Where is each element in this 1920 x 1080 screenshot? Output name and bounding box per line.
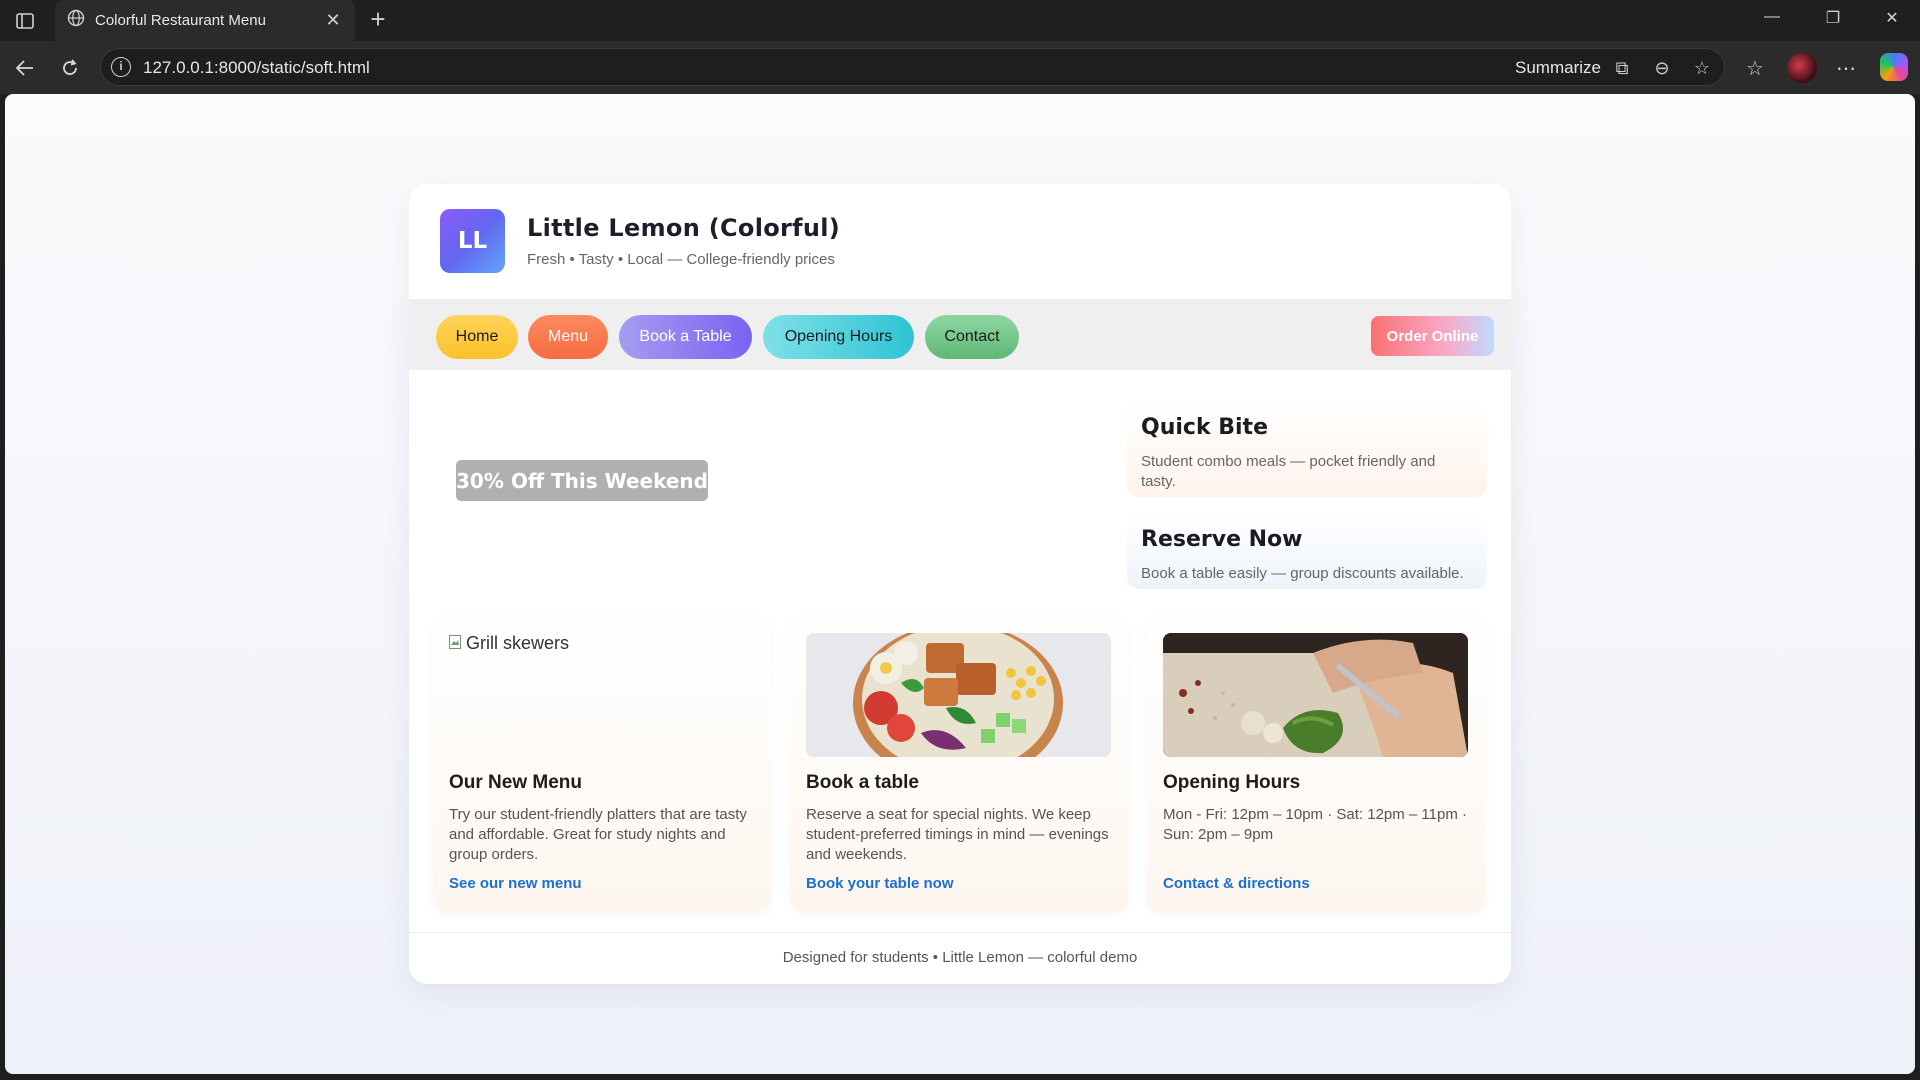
nav-contact[interactable]: Contact (925, 315, 1019, 359)
browser-toolbar: i 127.0.0.1:8000/static/soft.html Summar… (0, 41, 1920, 94)
book-table-link[interactable]: Book your table now (806, 875, 954, 892)
url-text[interactable]: 127.0.0.1:8000/static/soft.html (143, 58, 370, 78)
profile-avatar[interactable] (1787, 53, 1817, 83)
nav-opening-hours[interactable]: Opening Hours (763, 315, 914, 359)
feature-text: Reserve a seat for special nights. We ke… (806, 806, 1109, 863)
feature-card-booking: Book a table Reserve a seat for special … (790, 617, 1128, 913)
summarize-button[interactable]: Summarize (1515, 58, 1601, 78)
chopping-herbs-image (1163, 633, 1468, 757)
main-nav: Home Menu Book a Table Opening Hours Con… (409, 299, 1511, 370)
broken-image-alt: Grill skewers (466, 633, 570, 653)
feature-text: Mon - Fri: 12pm – 10pm · Sat: 12pm – 11p… (1163, 806, 1468, 843)
feature-card-hours: Opening Hours Mon - Fri: 12pm – 10pm · S… (1147, 617, 1485, 913)
site-subtitle: Fresh • Tasty • Local — College-friendly… (527, 251, 835, 268)
site-title: Little Lemon (Colorful) (527, 214, 841, 242)
page-viewport: LL Little Lemon (Colorful) Fresh • Tasty… (5, 94, 1915, 1074)
close-window-icon[interactable]: ✕ (1872, 8, 1912, 28)
contact-directions-link[interactable]: Contact & directions (1163, 875, 1310, 892)
reserve-now-box: Reserve Now Book a table easily — group … (1127, 515, 1487, 589)
feature-text: Try our student-friendly platters that a… (449, 806, 747, 863)
reserve-now-title: Reserve Now (1141, 527, 1303, 552)
tab-title: Colorful Restaurant Menu (95, 12, 266, 29)
quick-bite-title: Quick Bite (1141, 415, 1268, 440)
feature-card-menu: Grill skewers Our New Menu Try our stude… (433, 617, 771, 913)
quick-bite-text: Student combo meals — pocket friendly an… (1141, 453, 1436, 490)
site-header: LL Little Lemon (Colorful) Fresh • Tasty… (409, 184, 1511, 299)
nav-book-a-table[interactable]: Book a Table (619, 315, 752, 359)
promo-badge: 30% Off This Weekend (456, 460, 708, 501)
broken-image: Grill skewers (449, 633, 569, 654)
browser-tab-bar: Colorful Restaurant Menu ✕ + — ❐ ✕ (0, 0, 1920, 41)
feature-title: Opening Hours (1163, 772, 1301, 793)
reserve-now-text: Book a table easily — group discounts av… (1141, 565, 1464, 582)
nav-home[interactable]: Home (436, 315, 518, 359)
reload-icon[interactable] (57, 55, 83, 81)
see-menu-link[interactable]: See our new menu (449, 875, 582, 892)
minimize-icon[interactable]: — (1752, 8, 1792, 26)
close-tab-icon[interactable]: ✕ (323, 10, 343, 31)
logo[interactable]: LL (440, 209, 505, 273)
quick-bite-box: Quick Bite Student combo meals — pocket … (1127, 403, 1487, 497)
restore-icon[interactable]: ❐ (1813, 8, 1853, 28)
order-online-button[interactable]: Order Online (1371, 316, 1494, 356)
new-tab-icon[interactable]: + (364, 6, 392, 34)
feature-title: Book a table (806, 772, 919, 793)
broken-image-icon (449, 633, 466, 653)
tab-actions-icon[interactable] (12, 10, 38, 32)
translate-icon[interactable]: ⧉ (1611, 57, 1633, 79)
more-options-icon[interactable]: ⋯ (1833, 55, 1859, 81)
restaurant-card: LL Little Lemon (Colorful) Fresh • Tasty… (409, 184, 1511, 984)
salad-bowl-image (806, 633, 1111, 757)
feature-title: Our New Menu (449, 772, 583, 793)
site-info-icon[interactable]: i (111, 57, 131, 77)
favorites-icon[interactable]: ☆ (1742, 55, 1768, 81)
favorite-star-icon[interactable]: ☆ (1691, 57, 1713, 79)
copilot-icon[interactable] (1880, 53, 1908, 81)
address-bar[interactable]: i 127.0.0.1:8000/static/soft.html Summar… (100, 48, 1725, 86)
globe-icon (67, 9, 85, 32)
back-icon[interactable] (12, 55, 38, 81)
browser-tab[interactable]: Colorful Restaurant Menu ✕ (55, 0, 355, 41)
site-footer: Designed for students • Little Lemon — c… (409, 932, 1511, 984)
nav-menu[interactable]: Menu (528, 315, 608, 359)
zoom-icon[interactable]: ⊖ (1651, 57, 1673, 79)
